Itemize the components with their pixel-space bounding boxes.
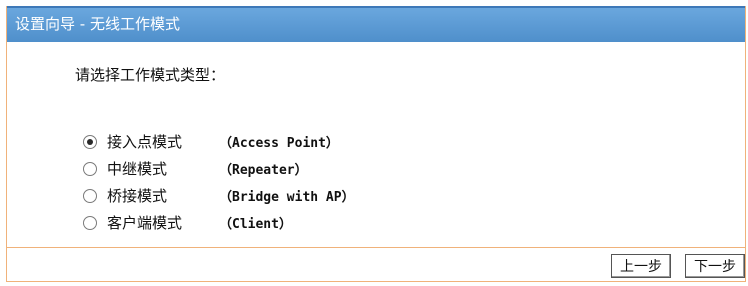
prev-button[interactable]: 上一步 — [611, 254, 671, 278]
title-bar: 设置向导 - 无线工作模式 — [7, 6, 745, 42]
bottom-border — [7, 281, 745, 282]
mode-label: 客户端模式 — [107, 214, 183, 232]
mode-option-repeater[interactable]: 中继模式 （Repeater） — [83, 155, 355, 182]
wizard-footer: 上一步 下一步 — [611, 254, 745, 278]
radio-repeater[interactable] — [83, 161, 97, 176]
radio-access-point[interactable] — [83, 134, 97, 149]
next-button[interactable]: 下一步 — [685, 254, 745, 278]
mode-prompt: 请选择工作模式类型： — [75, 66, 226, 84]
wizard-title: 设置向导 - 无线工作模式 — [15, 15, 180, 33]
mode-label: 中继模式 — [107, 160, 168, 178]
mode-option-client[interactable]: 客户端模式 （Client） — [83, 209, 355, 236]
mode-detail: （Repeater） — [219, 163, 308, 178]
mode-detail: （Bridge with AP） — [219, 190, 355, 205]
mode-label: 接入点模式 — [107, 133, 183, 151]
mode-label: 桥接模式 — [107, 187, 168, 205]
mode-detail: （Access Point） — [219, 136, 339, 151]
radio-bridge[interactable] — [83, 188, 97, 203]
mode-detail: （Client） — [219, 217, 292, 232]
radio-client[interactable] — [83, 215, 97, 230]
mode-option-bridge[interactable]: 桥接模式 （Bridge with AP） — [83, 182, 355, 209]
wizard-body: 请选择工作模式类型： 接入点模式 （Access Point） 中继模式 （Re… — [7, 42, 745, 242]
footer-divider — [7, 247, 745, 248]
mode-options: 接入点模式 （Access Point） 中继模式 （Repeater） 桥接模… — [83, 128, 355, 236]
wizard-panel: 设置向导 - 无线工作模式 请选择工作模式类型： 接入点模式 （Access P… — [6, 6, 746, 282]
mode-option-access-point[interactable]: 接入点模式 （Access Point） — [83, 128, 355, 155]
